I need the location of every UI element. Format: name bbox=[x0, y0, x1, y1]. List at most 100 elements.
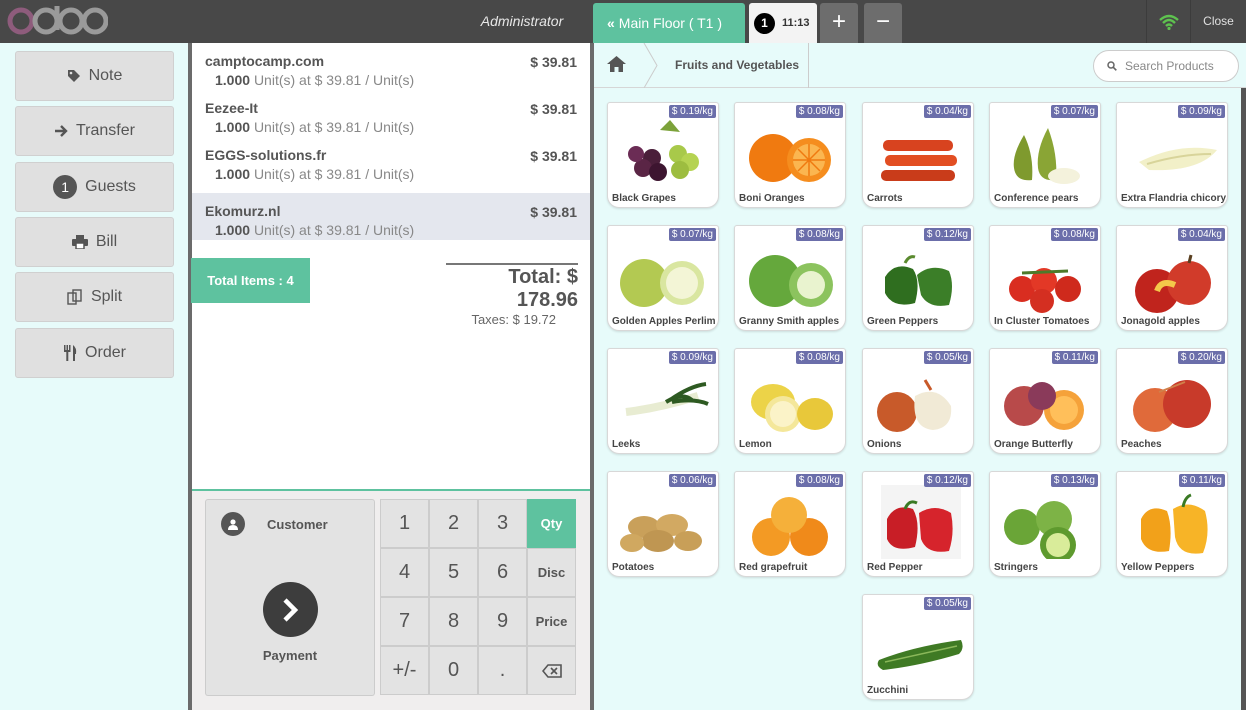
order-line-selected[interactable]: Ekomurz.nl $ 39.81 1.000 Unit(s) at $ 39… bbox=[192, 193, 591, 240]
numpad-key-plus-minus[interactable]: +/- bbox=[380, 646, 429, 695]
product-name: Stringers bbox=[994, 562, 1038, 573]
remove-order-button[interactable]: − bbox=[864, 3, 902, 43]
product-price-tag: $ 0.04/kg bbox=[923, 105, 971, 118]
search-box[interactable] bbox=[1093, 50, 1239, 82]
product-tile[interactable]: $ 0.07/kg Golden Apples Perlim bbox=[607, 225, 719, 331]
breadcrumb-separator bbox=[643, 43, 658, 88]
product-image bbox=[865, 110, 973, 190]
product-image bbox=[1119, 479, 1227, 559]
disc-mode-button[interactable]: Disc bbox=[527, 548, 576, 597]
product-tile[interactable]: $ 0.05/kg Zucchini bbox=[862, 594, 974, 700]
order-line[interactable]: EGGS-solutions.fr $ 39.81 1.000 Unit(s) … bbox=[192, 137, 591, 184]
order-label: Order bbox=[85, 344, 126, 361]
product-name: Peaches bbox=[1121, 439, 1162, 450]
bill-button[interactable]: Bill bbox=[15, 217, 174, 267]
order-line[interactable]: Eezee-It $ 39.81 1.000 Unit(s) at $ 39.8… bbox=[192, 90, 591, 137]
product-tile[interactable]: $ 0.06/kg Potatoes bbox=[607, 471, 719, 577]
wifi-icon[interactable] bbox=[1146, 0, 1190, 43]
note-label: Note bbox=[88, 67, 123, 84]
floor-button[interactable]: «Main Floor ( T1 ) bbox=[593, 3, 745, 43]
product-tile[interactable]: $ 0.12/kg Red Pepper bbox=[862, 471, 974, 577]
product-tile[interactable]: $ 0.09/kg Extra Flandria chicory bbox=[1116, 102, 1228, 208]
bill-label: Bill bbox=[95, 233, 118, 250]
product-tile[interactable]: $ 0.11/kg Orange Butterfly bbox=[989, 348, 1101, 454]
line-unit-price: Unit(s) at $ 39.81 / Unit(s) bbox=[253, 222, 415, 238]
product-image bbox=[610, 233, 718, 313]
user-icon bbox=[221, 512, 245, 536]
user-name: Administrator bbox=[480, 13, 564, 29]
numpad-key-7[interactable]: 7 bbox=[380, 597, 429, 646]
numpad-key-8[interactable]: 8 bbox=[429, 597, 478, 646]
transfer-button[interactable]: Transfer bbox=[15, 106, 174, 156]
numpad-key-5[interactable]: 5 bbox=[429, 548, 478, 597]
line-detail: 1.000 Unit(s) at $ 39.81 / Unit(s) bbox=[205, 222, 577, 238]
numpad-key-6[interactable]: 6 bbox=[478, 548, 527, 597]
product-tile[interactable]: $ 0.12/kg Green Peppers bbox=[862, 225, 974, 331]
order-line[interactable]: camptocamp.com $ 39.81 1.000 Unit(s) at … bbox=[192, 43, 591, 90]
line-qty: 1.000 bbox=[215, 72, 251, 88]
product-tile[interactable]: $ 0.08/kg In Cluster Tomatoes bbox=[989, 225, 1101, 331]
product-image bbox=[737, 233, 845, 313]
product-name: Red grapefruit bbox=[739, 562, 808, 573]
product-tile[interactable]: $ 0.19/kg Black Grapes bbox=[607, 102, 719, 208]
product-tile[interactable]: $ 0.08/kg Granny Smith apples bbox=[734, 225, 846, 331]
product-tile[interactable]: $ 0.04/kg Carrots bbox=[862, 102, 974, 208]
product-tile[interactable]: $ 0.04/kg Jonagold apples bbox=[1116, 225, 1228, 331]
order-button[interactable]: Order bbox=[15, 328, 174, 378]
product-tile[interactable]: $ 0.08/kg Red grapefruit bbox=[734, 471, 846, 577]
line-detail: 1.000 Unit(s) at $ 39.81 / Unit(s) bbox=[205, 119, 577, 135]
line-qty: 1.000 bbox=[215, 222, 251, 238]
scrollbar[interactable] bbox=[1241, 88, 1246, 710]
numpad-key-0[interactable]: 0 bbox=[429, 646, 478, 695]
summary-divider bbox=[446, 263, 578, 265]
guest-count-badge: 1 bbox=[53, 175, 78, 199]
customer-button[interactable]: Customer bbox=[205, 499, 375, 549]
product-tile[interactable]: $ 0.13/kg Stringers bbox=[989, 471, 1101, 577]
payment-button[interactable]: Payment bbox=[205, 548, 375, 696]
product-price-tag: $ 0.08/kg bbox=[795, 351, 843, 364]
split-icon bbox=[67, 289, 83, 305]
split-button[interactable]: Split bbox=[15, 272, 174, 322]
product-name: Jonagold apples bbox=[1121, 316, 1200, 327]
product-tile[interactable]: $ 0.11/kg Yellow Peppers bbox=[1116, 471, 1228, 577]
product-tile[interactable]: $ 0.05/kg Onions bbox=[862, 348, 974, 454]
product-image bbox=[865, 602, 973, 682]
numpad-key-1[interactable]: 1 bbox=[380, 499, 429, 548]
line-price: $ 39.81 bbox=[530, 204, 577, 220]
numpad-key-dot[interactable]: . bbox=[478, 646, 527, 695]
product-name: Zucchini bbox=[867, 685, 909, 696]
qty-mode-button[interactable]: Qty bbox=[527, 499, 576, 548]
search-input[interactable] bbox=[1125, 59, 1235, 73]
note-button[interactable]: Note bbox=[15, 51, 174, 101]
chevron-right-icon bbox=[262, 582, 318, 637]
line-unit-price: Unit(s) at $ 39.81 / Unit(s) bbox=[253, 72, 415, 88]
product-image bbox=[992, 110, 1100, 190]
line-product-name: camptocamp.com bbox=[205, 53, 325, 69]
print-icon bbox=[71, 235, 88, 249]
numpad-key-2[interactable]: 2 bbox=[429, 499, 478, 548]
product-name: Green Peppers bbox=[867, 316, 939, 327]
price-mode-button[interactable]: Price bbox=[527, 597, 576, 646]
product-tile[interactable]: $ 0.08/kg Lemon bbox=[734, 348, 846, 454]
home-icon[interactable] bbox=[606, 55, 627, 78]
product-tile[interactable]: $ 0.07/kg Conference pears bbox=[989, 102, 1101, 208]
product-tile[interactable]: $ 0.20/kg Peaches bbox=[1116, 348, 1228, 454]
product-price-tag: $ 0.08/kg bbox=[795, 105, 843, 118]
numpad-key-9[interactable]: 9 bbox=[478, 597, 527, 646]
numpad-key-3[interactable]: 3 bbox=[478, 499, 527, 548]
guests-button[interactable]: 1 Guests bbox=[15, 162, 174, 212]
product-image bbox=[610, 479, 718, 559]
tag-icon bbox=[67, 69, 81, 83]
close-button[interactable]: Close bbox=[1190, 0, 1246, 43]
numpad-key-4[interactable]: 4 bbox=[380, 548, 429, 597]
breadcrumb-category[interactable]: Fruits and Vegetables bbox=[675, 43, 799, 88]
add-order-button[interactable]: + bbox=[820, 3, 858, 43]
line-product-name: Ekomurz.nl bbox=[205, 203, 281, 219]
product-tile[interactable]: $ 0.09/kg Leeks bbox=[607, 348, 719, 454]
backspace-button[interactable] bbox=[527, 646, 576, 695]
product-tile[interactable]: $ 0.08/kg Boni Oranges bbox=[734, 102, 846, 208]
order-taxes: Taxes: $ 19.72 bbox=[471, 312, 556, 327]
order-tab[interactable]: 1 11:13 bbox=[749, 3, 817, 43]
product-image bbox=[737, 479, 845, 559]
product-price-tag: $ 0.07/kg bbox=[1050, 105, 1098, 118]
